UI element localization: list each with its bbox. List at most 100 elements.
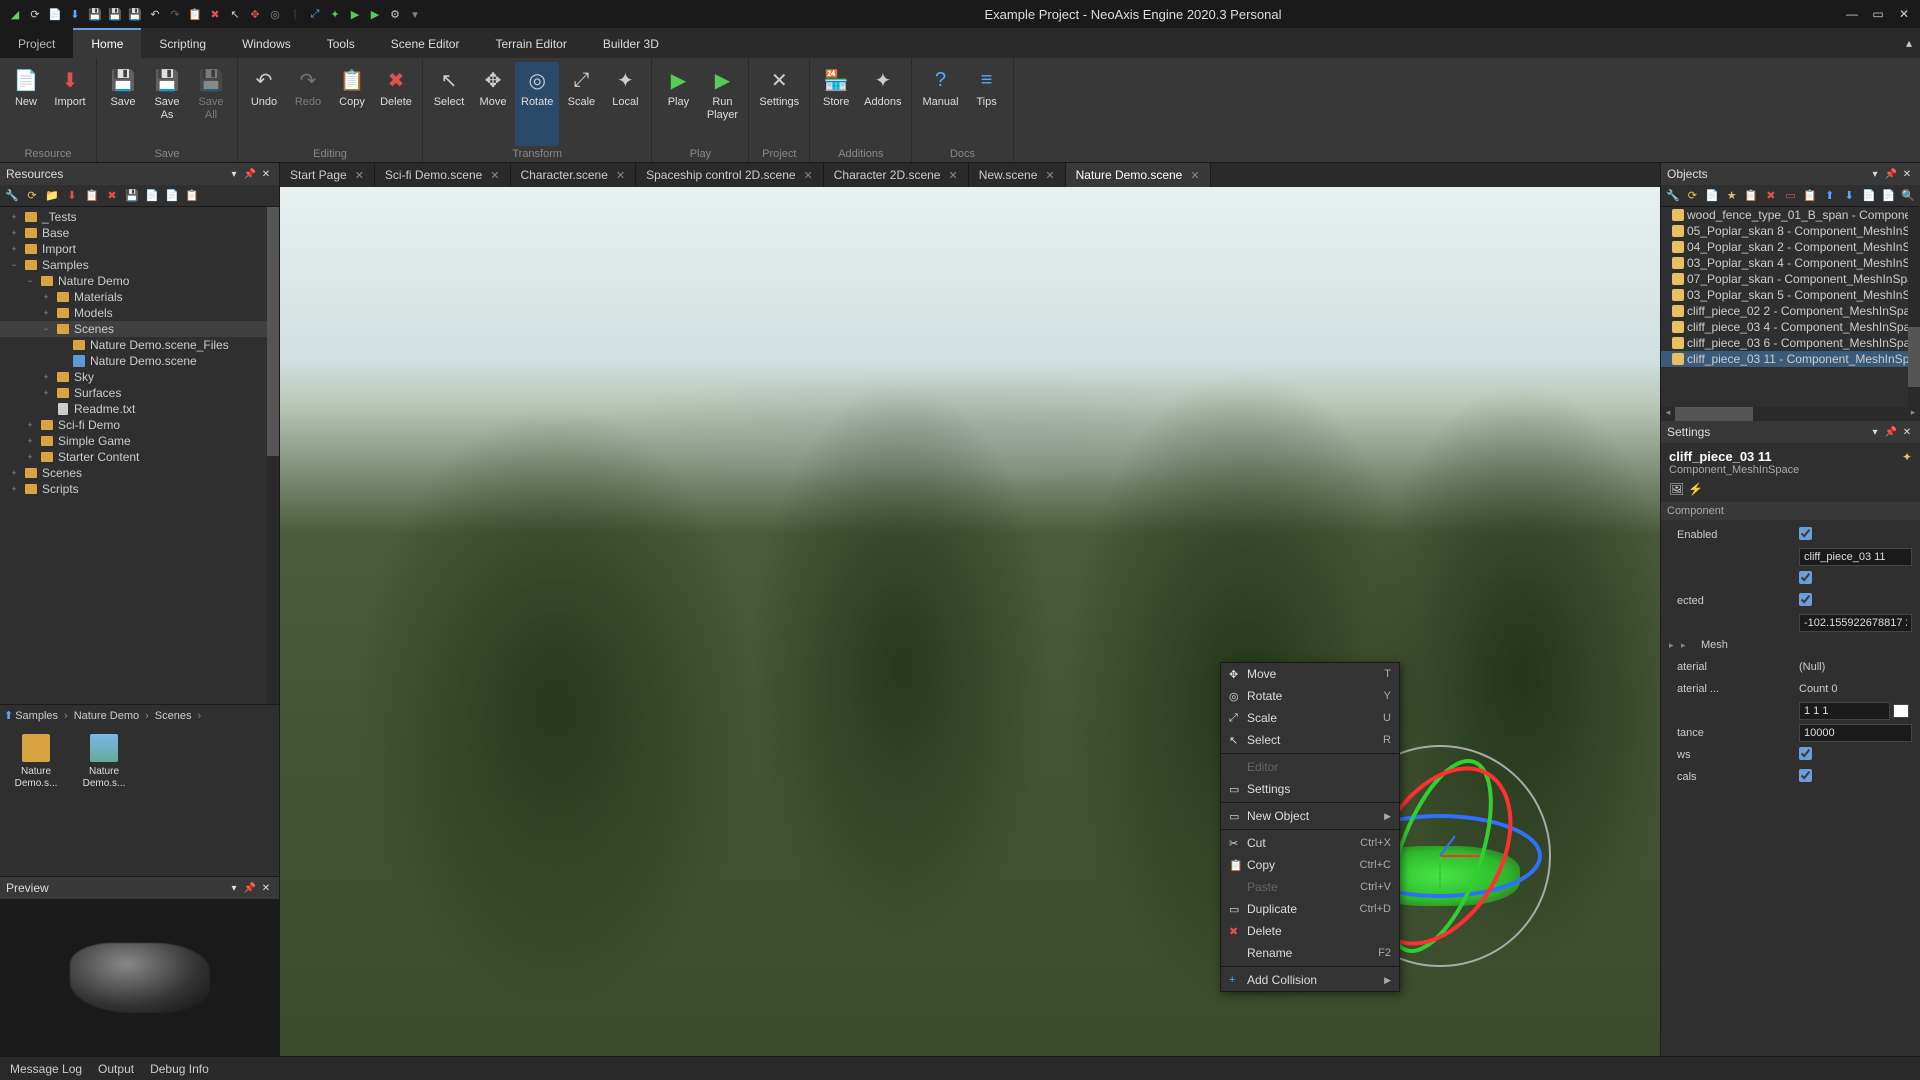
scale-icon[interactable]: ⤢ bbox=[308, 7, 322, 21]
object-item[interactable]: cliff_piece_02 2 - Component_MeshInSpace bbox=[1661, 303, 1920, 319]
tool-star-icon[interactable]: ★ bbox=[1724, 188, 1740, 204]
menu-tools[interactable]: Tools bbox=[309, 28, 373, 58]
tool-refresh-icon[interactable]: ⟳ bbox=[24, 188, 40, 204]
tool-frame-icon[interactable]: ▭ bbox=[1783, 188, 1799, 204]
ribbon-run-player-button[interactable]: ▶Run Player bbox=[700, 62, 744, 146]
panel-dropdown-icon[interactable]: ▾ bbox=[1868, 169, 1882, 180]
expander-icon[interactable]: + bbox=[40, 388, 52, 398]
expander-icon[interactable]: + bbox=[8, 212, 20, 222]
object-item[interactable]: cliff_piece_03 6 - Component_MeshInSpace bbox=[1661, 335, 1920, 351]
tab-close-icon[interactable]: ✕ bbox=[948, 169, 957, 182]
refresh-icon[interactable]: ⟳ bbox=[28, 7, 42, 21]
ribbon-settings-button[interactable]: ✕Settings bbox=[753, 62, 805, 146]
prop-checkbox-2[interactable] bbox=[1799, 571, 1812, 584]
tool-wrench-icon[interactable]: 🔧 bbox=[4, 188, 20, 204]
object-item[interactable]: 03_Poplar_skan 4 - Component_MeshInSpace bbox=[1661, 255, 1920, 271]
panel-pin-icon[interactable]: 📌 bbox=[1884, 169, 1898, 180]
expander-icon[interactable]: + bbox=[40, 372, 52, 382]
resources-tree[interactable]: +_Tests+Base+Import−Samples−Nature Demo+… bbox=[0, 207, 279, 704]
panel-dropdown-icon[interactable]: ▾ bbox=[1868, 427, 1882, 438]
tool-save-icon[interactable]: 💾 bbox=[124, 188, 140, 204]
panel-pin-icon[interactable]: 📌 bbox=[243, 169, 257, 180]
menu-move[interactable]: ✥MoveT bbox=[1221, 663, 1399, 685]
menu-home[interactable]: Home bbox=[73, 28, 141, 58]
tree-item[interactable]: +Sky bbox=[0, 369, 279, 385]
ribbon-scale-button[interactable]: ⤢Scale bbox=[559, 62, 603, 146]
tool-file2-icon[interactable]: 📄 bbox=[1881, 188, 1897, 204]
new-file-icon[interactable]: 📄 bbox=[48, 7, 62, 21]
menu-windows[interactable]: Windows bbox=[224, 28, 309, 58]
menu-builder-3d[interactable]: Builder 3D bbox=[585, 28, 677, 58]
menu-rotate[interactable]: ◎RotateY bbox=[1221, 685, 1399, 707]
panel-close-icon[interactable]: ✕ bbox=[1900, 427, 1914, 438]
ribbon-move-button[interactable]: ✥Move bbox=[471, 62, 515, 146]
menu-new-object[interactable]: ▭New Object▶ bbox=[1221, 805, 1399, 827]
play-icon[interactable]: ▶ bbox=[348, 7, 362, 21]
ribbon-undo-button[interactable]: ↶Undo bbox=[242, 62, 286, 146]
status-debug[interactable]: Debug Info bbox=[150, 1062, 209, 1076]
tree-item[interactable]: −Scenes bbox=[0, 321, 279, 337]
expander-icon[interactable]: + bbox=[24, 452, 36, 462]
menu-scripting[interactable]: Scripting bbox=[141, 28, 224, 58]
tree-item[interactable]: Readme.txt bbox=[0, 401, 279, 417]
color-swatch[interactable] bbox=[1893, 704, 1909, 718]
tree-item[interactable]: −Samples bbox=[0, 257, 279, 273]
expander-icon[interactable]: ▸ bbox=[1681, 640, 1693, 651]
object-item[interactable]: cliff_piece_03 4 - Component_MeshInSpace bbox=[1661, 319, 1920, 335]
tool-file2-icon[interactable]: 📄 bbox=[164, 188, 180, 204]
tab-close-icon[interactable]: ✕ bbox=[1190, 169, 1199, 182]
panel-close-icon[interactable]: ✕ bbox=[259, 169, 273, 180]
tab-close-icon[interactable]: ✕ bbox=[490, 169, 499, 182]
expander-icon[interactable]: + bbox=[40, 308, 52, 318]
tool-import-icon[interactable]: ⬇ bbox=[64, 188, 80, 204]
prop-replace-value[interactable]: Count 0 bbox=[1799, 683, 1912, 695]
dropdown-icon[interactable]: ▾ bbox=[408, 7, 422, 21]
menu-scene-editor[interactable]: Scene Editor bbox=[373, 28, 478, 58]
ribbon-addons-button[interactable]: ✦Addons bbox=[858, 62, 907, 146]
object-item[interactable]: cliff_piece_03 11 - Component_MeshInSpac… bbox=[1661, 351, 1920, 367]
panel-close-icon[interactable]: ✕ bbox=[259, 883, 273, 894]
ribbon-delete-button[interactable]: ✖Delete bbox=[374, 62, 418, 146]
play2-icon[interactable]: ▶ bbox=[368, 7, 382, 21]
prop-decals-checkbox[interactable] bbox=[1799, 769, 1812, 782]
document-tab[interactable]: Spaceship control 2D.scene✕ bbox=[636, 163, 824, 187]
expander-icon[interactable]: − bbox=[40, 324, 52, 334]
thumb-scene[interactable]: Nature Demo.s... bbox=[76, 734, 132, 868]
undo-icon[interactable]: ↶ bbox=[148, 7, 162, 21]
prop-name-input[interactable] bbox=[1799, 548, 1912, 566]
bolt-icon[interactable]: ⚡ bbox=[1688, 482, 1703, 496]
tool-newfolder-icon[interactable]: 📁 bbox=[44, 188, 60, 204]
image-icon[interactable]: 🖼 bbox=[1669, 482, 1684, 496]
expander-icon[interactable]: + bbox=[8, 228, 20, 238]
breadcrumb-item[interactable]: Scenes bbox=[155, 710, 192, 722]
menu-add-collision[interactable]: +Add Collision▶ bbox=[1221, 969, 1399, 991]
tree-item[interactable]: +Import bbox=[0, 241, 279, 257]
breadcrumb-up-icon[interactable]: ⬆ bbox=[4, 709, 13, 722]
status-msglog[interactable]: Message Log bbox=[10, 1062, 82, 1076]
breadcrumb-item[interactable]: Nature Demo bbox=[74, 710, 139, 722]
menu-cut[interactable]: ✂CutCtrl+X bbox=[1221, 832, 1399, 854]
tool-paste-icon[interactable]: 📋 bbox=[1802, 188, 1818, 204]
panel-pin-icon[interactable]: 📌 bbox=[243, 883, 257, 894]
minimize-button[interactable]: — bbox=[1844, 7, 1860, 21]
ribbon-copy-button[interactable]: 📋Copy bbox=[330, 62, 374, 146]
redo-icon[interactable]: ↷ bbox=[168, 7, 182, 21]
star-icon[interactable]: ✦ bbox=[1902, 450, 1912, 464]
prop-color-input[interactable] bbox=[1799, 702, 1890, 720]
tree-item[interactable]: +Surfaces bbox=[0, 385, 279, 401]
import-icon[interactable]: ⬇ bbox=[68, 7, 82, 21]
menu-select[interactable]: ↖SelectR bbox=[1221, 729, 1399, 751]
tab-close-icon[interactable]: ✕ bbox=[616, 169, 625, 182]
objects-scrollbar[interactable] bbox=[1908, 207, 1920, 407]
tool-paste-icon[interactable]: 📋 bbox=[184, 188, 200, 204]
expander-icon[interactable]: + bbox=[24, 436, 36, 446]
tree-item[interactable]: +Starter Content bbox=[0, 449, 279, 465]
expander-icon[interactable]: + bbox=[8, 244, 20, 254]
ribbon-manual-button[interactable]: ?Manual bbox=[916, 62, 964, 146]
tab-close-icon[interactable]: ✕ bbox=[1045, 169, 1054, 182]
expander-icon[interactable]: + bbox=[40, 292, 52, 302]
menu-settings[interactable]: ▭Settings bbox=[1221, 778, 1399, 800]
rotate-icon[interactable]: ◎ bbox=[268, 7, 282, 21]
expander-icon[interactable]: + bbox=[8, 468, 20, 478]
document-tab[interactable]: New.scene✕ bbox=[969, 163, 1066, 187]
